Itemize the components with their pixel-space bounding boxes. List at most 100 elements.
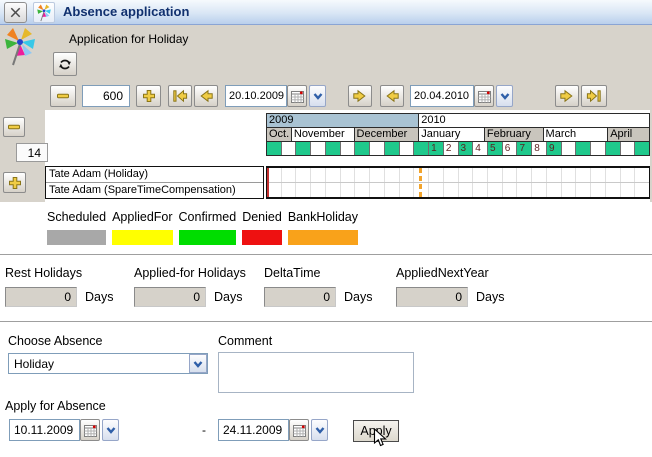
minus-icon (55, 88, 71, 104)
week-cell: 5 (488, 142, 503, 155)
absence-to-dropdown-button[interactable] (311, 419, 328, 441)
week-cell (400, 142, 415, 155)
chevron-down-icon (312, 90, 324, 102)
grid-row-separator (267, 182, 649, 183)
week-cell (414, 142, 429, 155)
week-cell (311, 142, 326, 155)
legend-section: ScheduledAppliedForConfirmedDeniedBankHo… (0, 202, 652, 255)
year-cell: 2009 (267, 114, 419, 127)
summary-field-label: Rest Holidays (5, 266, 113, 280)
month-cell: February (485, 128, 544, 141)
summary-field: DeltaTimeDays (264, 266, 372, 307)
zoom-in-button[interactable] (136, 85, 161, 107)
year-cell: 2010 (419, 114, 649, 127)
row-height-decrease-button[interactable] (3, 117, 25, 137)
row-label: Tate Adam (SpareTimeCompensation) (46, 183, 263, 198)
week-cell: 4 (473, 142, 488, 155)
summary-value-input[interactable] (5, 287, 77, 307)
arrow-right-icon (352, 88, 368, 104)
pinwheel-icon (36, 4, 52, 22)
summary-unit-label: Days (344, 290, 372, 304)
summary-unit-label: Days (476, 290, 504, 304)
range-start-value: 20.10.2009 (229, 90, 284, 102)
legend-swatch (242, 230, 282, 245)
range-start-calendar-button[interactable] (287, 85, 307, 107)
summary-value-input[interactable] (134, 287, 206, 307)
absence-form-section: Choose Absence Holiday Comment Apply for… (0, 322, 652, 457)
today-marker (419, 168, 422, 197)
zoom-value-input[interactable] (82, 85, 130, 107)
summary-field-inner: Days (5, 287, 113, 307)
range-start-input[interactable]: 20.10.2009 (225, 85, 287, 107)
apply-button[interactable]: Apply (353, 420, 399, 442)
window-title: Absence application (63, 0, 189, 24)
refresh-button[interactable] (53, 52, 77, 76)
absence-from-calendar-button[interactable] (80, 419, 100, 441)
range-start-dropdown-button[interactable] (309, 85, 326, 107)
summary-unit-label: Days (85, 290, 113, 304)
row-label-box: Tate Adam (Holiday)Tate Adam (SpareTimeC… (45, 166, 264, 199)
week-cell (576, 142, 591, 155)
summary-field-inner: Days (264, 287, 372, 307)
arrow-last-icon (586, 88, 602, 104)
go-forward-button[interactable] (555, 85, 579, 107)
step-back-button[interactable] (194, 85, 218, 107)
legend-swatch (179, 230, 237, 245)
row-height-input[interactable] (16, 143, 48, 162)
absence-from-date-input[interactable]: 10.11.2009 (9, 419, 80, 441)
zoom-out-button[interactable] (50, 85, 76, 107)
range-end-input[interactable]: 20.04.2010 (410, 85, 474, 107)
calendar-icon (84, 424, 97, 437)
absence-to-date-input[interactable]: 24.11.2009 (218, 419, 289, 441)
chevron-down-icon (499, 90, 511, 102)
week-cell (591, 142, 606, 155)
week-cell (635, 142, 649, 155)
step-back-end-button[interactable] (380, 85, 404, 107)
month-cell: April (608, 128, 649, 141)
absence-type-combobox[interactable]: Holiday (8, 353, 208, 374)
week-cell (562, 142, 577, 155)
go-last-button[interactable] (581, 85, 607, 107)
absence-type-dropdown-button[interactable] (189, 354, 207, 373)
minus-icon (6, 119, 22, 135)
application-pinwheel-icon (3, 27, 37, 72)
comment-textarea[interactable] (218, 352, 414, 393)
legend-label: Scheduled (47, 210, 106, 224)
date-range-separator: - (202, 419, 206, 441)
absence-from-dropdown-button[interactable] (102, 419, 119, 441)
month-cell: March (544, 128, 609, 141)
week-cell: 2 (444, 142, 459, 155)
absence-type-value: Holiday (9, 357, 189, 371)
week-cell (282, 142, 297, 155)
schedule-grid[interactable] (266, 166, 650, 199)
step-forward-button[interactable] (348, 85, 372, 107)
summary-value-input[interactable] (264, 287, 336, 307)
go-first-button[interactable] (168, 85, 192, 107)
legend-label: Confirmed (179, 210, 237, 224)
range-end-value: 20.04.2010 (414, 90, 469, 102)
page-title: Application for Holiday (69, 32, 188, 46)
legend-swatch (47, 230, 106, 245)
week-cell (341, 142, 356, 155)
chevron-down-icon (192, 358, 204, 370)
month-cell: November (292, 128, 355, 141)
plus-icon (7, 175, 23, 191)
week-cell (621, 142, 636, 155)
close-icon (8, 5, 23, 20)
top-panel: Application for Holiday (0, 25, 652, 202)
add-row-button[interactable] (3, 172, 26, 193)
calendar-icon (478, 90, 491, 103)
week-cell (606, 142, 621, 155)
row-label: Tate Adam (Holiday) (46, 167, 263, 183)
refresh-icon (57, 56, 73, 72)
week-cell (296, 142, 311, 155)
close-button[interactable] (4, 2, 27, 23)
range-end-dropdown-button[interactable] (496, 85, 513, 107)
title-bar: Absence application (0, 0, 652, 25)
arrow-right-icon (559, 88, 575, 104)
legend-label: BankHoliday (288, 210, 358, 224)
absence-to-calendar-button[interactable] (289, 419, 309, 441)
choose-absence-label: Choose Absence (8, 334, 103, 348)
summary-value-input[interactable] (396, 287, 468, 307)
range-end-calendar-button[interactable] (474, 85, 494, 107)
